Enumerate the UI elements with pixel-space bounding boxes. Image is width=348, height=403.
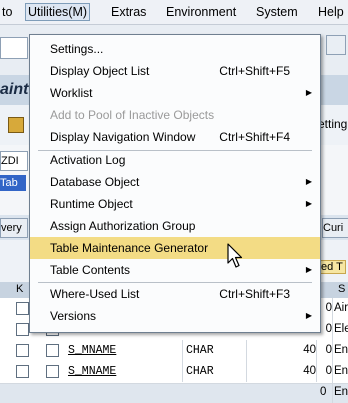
toolbar-button[interactable]	[326, 35, 346, 55]
field-name-cell[interactable]: S_MNAME	[68, 340, 183, 361]
shortcut-label: Ctrl+Shift+F4	[219, 130, 290, 144]
data-type-cell: CHAR	[186, 361, 247, 382]
menu-item-assign-authorization-group[interactable]: Assign Authorization Group	[30, 215, 320, 237]
submenu-arrow-icon: ▶	[305, 177, 312, 186]
lock-icon[interactable]	[8, 117, 24, 133]
menu-help[interactable]: Help	[318, 4, 344, 20]
dec-cell: 0	[320, 340, 333, 361]
key-checkbox[interactable]	[16, 323, 29, 336]
field-name-cell[interactable]: S_MNAME	[68, 361, 183, 382]
menu-item-display-navigation-window[interactable]: Display Navigation Window Ctrl+Shift+F4	[30, 126, 320, 148]
menu-extras[interactable]: Extras	[111, 4, 146, 20]
menu-environment[interactable]: Environment	[166, 4, 236, 20]
menu-item-table-maintenance-generator[interactable]: Table Maintenance Generator	[30, 237, 320, 259]
menu-system[interactable]: System	[256, 4, 298, 20]
selected-tab-label[interactable]: Tab	[0, 175, 26, 191]
key-checkbox[interactable]	[16, 365, 29, 378]
menu-item-display-object-list[interactable]: Display Object List Ctrl+Shift+F5	[30, 60, 320, 82]
dec-cell: 0	[320, 382, 333, 403]
desc-cell: En	[334, 382, 348, 403]
submenu-arrow-icon: ▶	[305, 311, 312, 320]
shortcut-label: Ctrl+Shift+F5	[219, 64, 290, 78]
table-row[interactable]: S_MNAME CHAR 40 0 En	[0, 340, 348, 362]
desc-cell: Air	[334, 298, 348, 319]
menu-item-worklist[interactable]: Worklist ▶	[30, 82, 320, 104]
desc-cell: En	[334, 340, 348, 361]
length-cell: 40	[250, 340, 317, 361]
col-header-key: K	[16, 283, 24, 295]
page-title: aint	[0, 81, 29, 98]
command-field[interactable]	[0, 37, 28, 59]
length-cell: 40	[250, 361, 317, 382]
currency-button[interactable]: Curi	[322, 218, 348, 238]
table-row[interactable]: S_MNAME CHAR 40 0 En	[0, 361, 348, 383]
init-checkbox[interactable]	[46, 344, 59, 357]
menu-item-where-used-list[interactable]: Where-Used List Ctrl+Shift+F3	[30, 283, 320, 305]
menu-bar: to Utilities(M) Extras Environment Syste…	[0, 0, 348, 25]
init-checkbox[interactable]	[46, 365, 59, 378]
menu-item-table-contents[interactable]: Table Contents ▶	[30, 259, 320, 281]
desc-cell: Ele	[334, 319, 348, 340]
submenu-arrow-icon: ▶	[305, 88, 312, 97]
settings-tab-fragment[interactable]: etting	[318, 117, 347, 131]
dec-cell: 0	[320, 361, 333, 382]
tab-fragment-right[interactable]: ed T	[318, 260, 346, 274]
menu-item-versions[interactable]: Versions ▶	[30, 305, 320, 327]
shortcut-label: Ctrl+Shift+F3	[219, 287, 290, 301]
submenu-arrow-icon: ▶	[305, 199, 312, 208]
table-row[interactable]: 0 En	[0, 382, 348, 403]
data-type-cell: CHAR	[186, 340, 247, 361]
desc-cell: En	[334, 361, 348, 382]
dec-cell: 0	[320, 298, 333, 319]
menu-item-settings[interactable]: Settings...	[30, 38, 320, 60]
menu-goto[interactable]: to	[2, 4, 12, 20]
delivery-button[interactable]: very	[0, 218, 28, 238]
key-checkbox[interactable]	[16, 344, 29, 357]
mouse-cursor-icon	[227, 243, 243, 268]
utilities-dropdown-menu: Settings... Display Object List Ctrl+Shi…	[29, 34, 321, 333]
table-name-field[interactable]: ZDI	[0, 151, 28, 171]
menu-item-runtime-object[interactable]: Runtime Object ▶	[30, 193, 320, 215]
key-checkbox[interactable]	[16, 302, 29, 315]
menu-item-database-object[interactable]: Database Object ▶	[30, 171, 320, 193]
submenu-arrow-icon: ▶	[305, 265, 312, 274]
col-header-s: S	[338, 283, 346, 295]
menu-item-activation-log[interactable]: Activation Log	[30, 149, 320, 171]
menu-utilities[interactable]: Utilities(M)	[25, 3, 91, 21]
menu-item-add-to-pool: Add to Pool of Inactive Objects	[50, 108, 215, 122]
dec-cell: 0	[320, 319, 333, 340]
